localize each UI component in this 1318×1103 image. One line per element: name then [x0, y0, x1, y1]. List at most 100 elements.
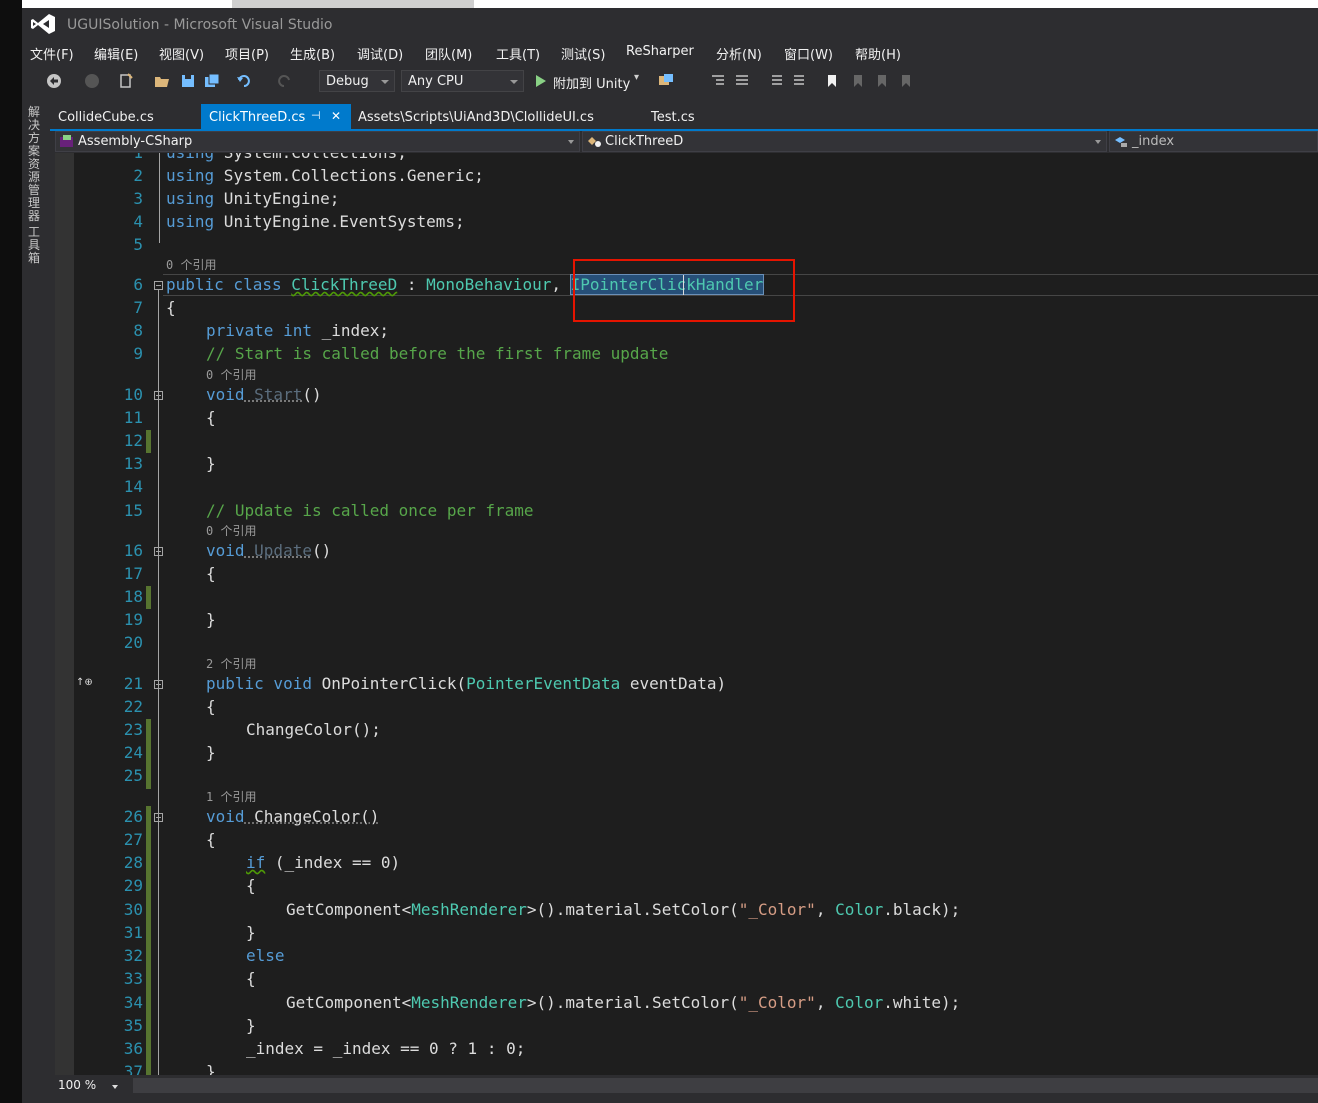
menu-window[interactable]: 窗口(W) — [784, 44, 833, 63]
navigate-back-icon[interactable] — [46, 73, 62, 89]
project-dropdown[interactable]: Assembly-CSharp — [55, 131, 580, 152]
code-text: .white); — [883, 993, 961, 1012]
reference-count-link[interactable]: 0 个引用 — [206, 367, 256, 383]
code-text: GetComponent< — [286, 993, 412, 1012]
menu-view[interactable]: 视图(V) — [159, 44, 204, 63]
collapse-toggle-icon[interactable] — [154, 547, 163, 556]
chevron-down-icon — [381, 80, 389, 84]
reference-count-link[interactable]: 1 个引用 — [206, 789, 256, 805]
redo-icon[interactable] — [276, 73, 292, 89]
collapse-toggle-icon[interactable] — [154, 281, 163, 290]
menu-edit[interactable]: 编辑(E) — [94, 44, 138, 63]
line-number: 28 — [123, 853, 143, 872]
collapse-toggle-icon[interactable] — [154, 680, 163, 689]
menu-tools[interactable]: 工具(T) — [496, 44, 540, 63]
menu-analyze[interactable]: 分析(N) — [716, 44, 762, 63]
tab-test[interactable]: Test.cs — [643, 104, 703, 129]
save-all-icon[interactable] — [204, 73, 220, 89]
menu-build[interactable]: 生成(B) — [290, 44, 335, 63]
code-line-21: public void OnPointerClick(PointerEventD… — [206, 673, 726, 695]
chevron-down-icon — [568, 140, 574, 144]
code-line-31: } — [246, 923, 256, 942]
bookmark-icon[interactable] — [824, 73, 840, 89]
collapse-toggle-icon[interactable] — [154, 813, 163, 822]
tab-label: CollideCube.cs — [58, 110, 154, 125]
string-literal: "_Color" — [738, 993, 816, 1012]
member-dropdown[interactable]: _index — [1109, 131, 1318, 152]
close-icon[interactable]: ✕ — [331, 109, 341, 123]
toolbox-tab[interactable]: 工具箱 — [28, 226, 44, 265]
line-number: 3 — [133, 189, 143, 208]
indent-icon[interactable] — [734, 73, 750, 89]
chevron-down-icon — [510, 80, 518, 84]
menu-team[interactable]: 团队(M) — [425, 44, 472, 63]
reference-count-link[interactable]: 2 个引用 — [206, 656, 256, 672]
navigate-forward-icon[interactable] — [84, 73, 100, 89]
collapse-toggle-icon[interactable] — [154, 391, 163, 400]
open-file-icon[interactable] — [154, 73, 170, 89]
line-number: 31 — [123, 923, 143, 942]
line-number: 24 — [123, 743, 143, 762]
menu-help[interactable]: 帮助(H) — [855, 44, 901, 63]
undo-icon[interactable] — [236, 73, 252, 89]
next-bookmark-icon[interactable] — [874, 73, 890, 89]
clear-bookmarks-icon[interactable] — [898, 73, 914, 89]
type-name: Color — [835, 900, 884, 919]
outdent-icon[interactable] — [710, 73, 726, 89]
tab-clollideui[interactable]: Assets\Scripts\UiAnd3D\ClollideUI.cs — [350, 104, 602, 129]
outer-frame-left — [0, 0, 22, 1103]
tab-label: ClickThreeD.cs — [209, 110, 306, 125]
line-number: 36 — [123, 1039, 143, 1058]
horizontal-scrollbar[interactable] — [133, 1078, 1318, 1093]
reference-count-link[interactable]: 0 个引用 — [166, 257, 216, 273]
browser-link-icon[interactable] — [658, 73, 674, 89]
implements-interface-icon[interactable]: ↑⊕ — [76, 677, 93, 688]
configuration-dropdown[interactable]: Debug — [319, 70, 395, 92]
menu-file[interactable]: 文件(F) — [30, 44, 74, 63]
menu-resharper[interactable]: ReSharper — [626, 44, 694, 59]
keyword: public — [206, 674, 264, 693]
code-text: UnityEngine; — [214, 189, 340, 208]
line-number: 23 — [123, 720, 143, 739]
line-number: 5 — [133, 235, 143, 254]
class-dropdown[interactable]: ClickThreeD — [582, 131, 1107, 152]
tab-clickthreed[interactable]: ClickThreeD.cs ⊣ ✕ — [201, 104, 351, 129]
keyword: class — [223, 275, 292, 294]
uncomment-lines-icon[interactable] — [792, 73, 808, 89]
solution-explorer-tab[interactable]: 解决方案资源管理器 — [28, 106, 44, 223]
line-number: 34 — [123, 993, 143, 1012]
play-icon[interactable] — [533, 73, 549, 89]
window-title: UGUISolution - Microsoft Visual Studio — [67, 17, 333, 33]
platform-dropdown[interactable]: Any CPU — [401, 70, 524, 92]
line-number: 37 — [123, 1062, 143, 1075]
code-editor[interactable]: 1 2 3 4 5 6 7 8 9 10 11 12 13 14 15 16 1… — [55, 153, 1318, 1075]
configuration-value: Debug — [326, 74, 369, 89]
code-line-8: private int _index; — [206, 320, 389, 342]
line-number: 33 — [123, 969, 143, 988]
navigation-bar: Assembly-CSharp ClickThreeD _index — [55, 131, 1318, 152]
reference-count-link[interactable]: 0 个引用 — [206, 523, 256, 539]
menu-debug[interactable]: 调试(D) — [357, 44, 403, 63]
chevron-down-icon[interactable] — [112, 1085, 118, 1089]
change-marker — [146, 806, 151, 1075]
line-number: 18 — [123, 587, 143, 606]
class-name: ClickThreeD — [605, 134, 684, 149]
outer-browser-tab — [232, 0, 474, 8]
save-icon[interactable] — [180, 73, 196, 89]
menu-test[interactable]: 测试(S) — [561, 44, 605, 63]
attach-to-unity-button[interactable]: 附加到 Unity — [553, 73, 630, 92]
code-text: GetComponent< — [286, 900, 412, 919]
type-name: PointerEventData — [466, 674, 621, 693]
code-line-22: { — [206, 697, 216, 716]
line-number: 25 — [123, 766, 143, 785]
prev-bookmark-icon[interactable] — [850, 73, 866, 89]
tab-collidecube[interactable]: CollideCube.cs — [50, 104, 162, 129]
comment-lines-icon[interactable] — [768, 73, 784, 89]
new-project-icon[interactable] — [118, 73, 134, 89]
pin-icon[interactable]: ⊣ — [311, 109, 321, 122]
line-number: 32 — [123, 946, 143, 965]
attach-dropdown-arrow-icon[interactable]: ▾ — [634, 72, 639, 83]
keyword: if — [246, 853, 266, 872]
menu-project[interactable]: 项目(P) — [225, 44, 269, 63]
zoom-level[interactable]: 100 % — [58, 1078, 96, 1092]
